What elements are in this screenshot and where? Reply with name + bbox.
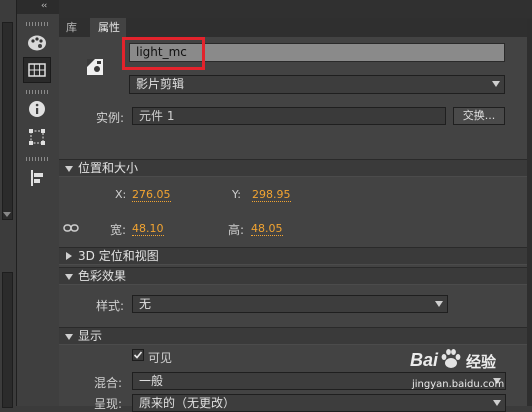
render-select[interactable]: 原来的（无更改） [132,394,506,412]
y-value[interactable]: 298.95 [252,188,291,202]
blend-value: 一般 [139,374,164,388]
toolbar-grip[interactable] [26,22,48,26]
swap-button[interactable]: 交换... [453,107,505,125]
y-label: Y: [232,188,241,201]
tab-properties[interactable]: 属性 [90,18,126,37]
width-label: 宽: [110,223,127,237]
highlight-box [122,37,205,70]
left-scrollbar-lower[interactable] [2,272,13,408]
watermark-brand: Bai [410,350,439,370]
section-3d[interactable]: 3D 定位和视图 [59,247,532,265]
expand-triangle-icon [65,166,73,172]
instance-label: 实例: [96,111,125,125]
section-color-effect[interactable]: 色彩效果 [59,267,532,285]
tab-library[interactable]: 库 [63,18,88,37]
left-dock-strip [0,0,17,408]
watermark-url: jingyan.baidu.com [412,379,505,390]
section-display-title: 显示 [78,329,103,343]
x-value[interactable]: 276.05 [132,188,171,202]
left-scrollbar[interactable] [2,22,13,220]
paw-logo-icon [441,349,461,368]
expand-triangle-icon [65,334,73,340]
section-3d-title: 3D 定位和视图 [78,249,159,263]
height-value[interactable]: 48.05 [251,222,283,236]
render-value: 原来的（无更改） [139,396,236,410]
section-position-size-title: 位置和大小 [78,161,139,175]
section-display[interactable]: 显示 [59,327,532,345]
vertical-toolbar: ‹‹ [17,0,60,406]
toolbar-header: ‹‹ [17,0,59,14]
panel-top-strip [59,0,532,19]
toolbar-grip-3[interactable] [26,157,48,161]
visible-checkbox[interactable] [132,349,144,361]
toolbar-grip-2[interactable] [26,90,48,94]
instance-of-field: 元件 1 [132,107,446,125]
grid-icon[interactable] [23,57,51,83]
symbol-type-value: 影片剪辑 [136,77,185,91]
chevron-down-icon [493,400,501,406]
transform-icon[interactable] [23,124,51,150]
expand-triangle-icon [65,274,73,280]
chevron-down-icon [492,81,500,87]
instance-of-value: 元件 1 [139,109,175,123]
blend-label: 混合: [94,376,123,390]
style-label: 样式: [96,299,125,313]
movieclip-symbol-icon [86,58,104,76]
section-position-size[interactable]: 位置和大小 [59,159,532,177]
style-select[interactable]: 无 [132,295,448,313]
link-proportions-icon[interactable] [63,222,79,232]
visible-label: 可见 [148,351,173,365]
collapsed-triangle-icon [66,252,72,260]
width-value[interactable]: 48.10 [132,222,164,236]
height-label: 高: [228,223,245,237]
align-icon[interactable] [23,165,51,191]
scroll-down-arrow-icon[interactable] [3,212,11,217]
watermark: Bai 经验 jingyan.baidu.com [410,348,525,394]
panel-scrollbar[interactable] [527,19,532,406]
symbol-type-select[interactable]: 影片剪辑 [129,75,505,94]
collapse-icon[interactable]: ‹‹ [41,1,47,11]
palette-icon[interactable] [23,30,51,56]
chevron-down-icon [435,301,443,307]
tab-bar [59,18,532,37]
render-label: 呈现: [94,397,123,411]
watermark-suffix: 经验 [466,353,497,371]
info-icon[interactable] [23,96,51,122]
style-value: 无 [139,297,152,311]
section-color-effect-title: 色彩效果 [78,269,127,283]
x-label: X: [115,188,127,201]
